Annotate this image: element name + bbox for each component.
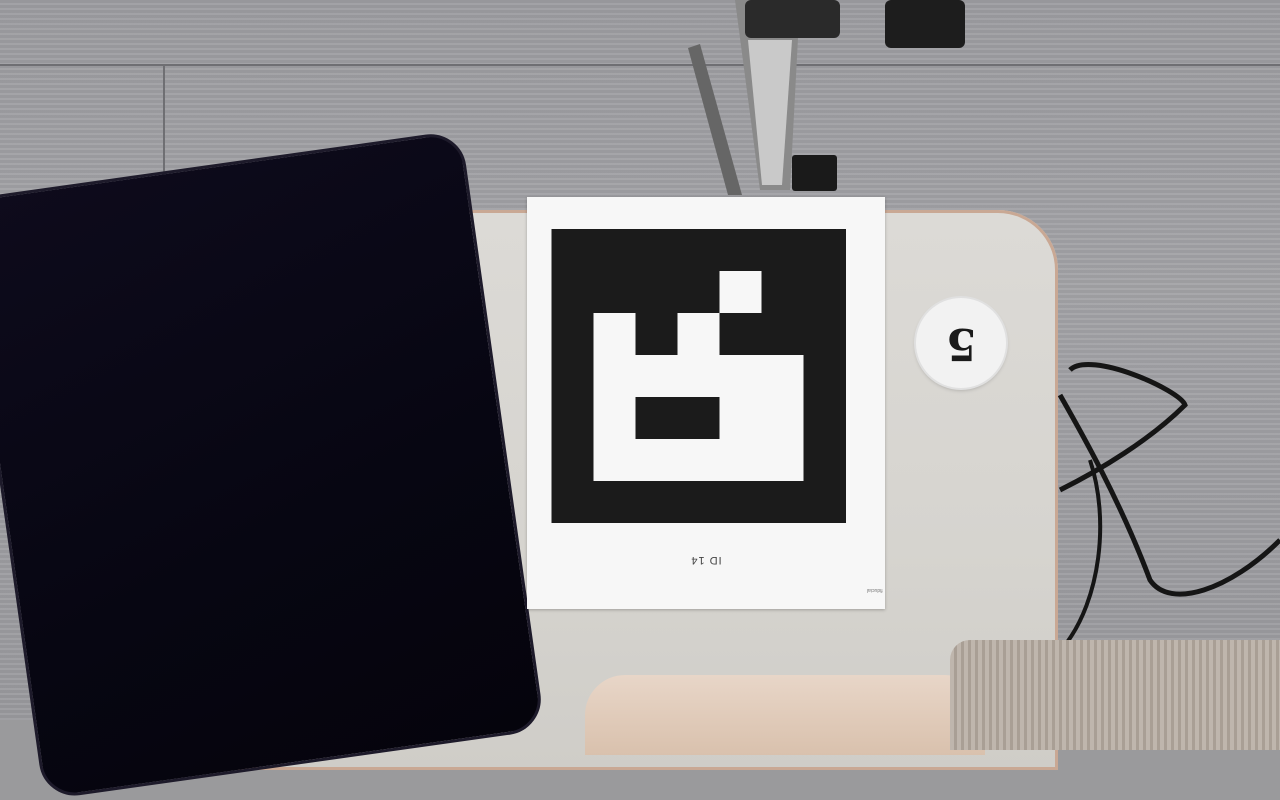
marker-cell [719, 439, 763, 482]
marker-cell [677, 481, 721, 523]
marker-cell [761, 355, 805, 398]
marker-cell [551, 397, 595, 440]
marker-cell [677, 313, 721, 356]
marker-cell [677, 439, 721, 482]
marker-cell [803, 355, 846, 398]
fiducial-marker [551, 229, 846, 523]
marker-cell [677, 397, 721, 440]
fiducial-marker-sheet: ID 14 fiducial [527, 197, 885, 609]
marker-cell [803, 313, 846, 356]
marker-cell [677, 355, 721, 398]
marker-cell [803, 439, 846, 482]
marker-cell [719, 229, 763, 272]
marker-cell [593, 229, 637, 272]
marker-cell [593, 397, 637, 440]
marker-cell [551, 439, 595, 482]
marker-cell [761, 313, 805, 356]
marker-cell [719, 355, 763, 398]
marker-cell [635, 481, 679, 523]
marker-cell [719, 313, 763, 356]
marker-cell [803, 481, 846, 523]
marker-cell [635, 355, 679, 398]
marker-cell [761, 271, 805, 314]
marker-cell [551, 271, 595, 314]
marker-cell [593, 313, 637, 356]
marker-cell [677, 229, 721, 272]
marker-cell [803, 397, 846, 440]
marker-cell [635, 229, 679, 272]
marker-cell [761, 397, 805, 440]
marker-cell [719, 271, 763, 314]
marker-id-label: ID 14 [690, 554, 722, 566]
tablet-device [0, 129, 546, 800]
marker-cell [719, 397, 763, 440]
token-number: 5 [945, 317, 977, 369]
marker-cell [803, 229, 846, 272]
marker-cell [635, 397, 679, 440]
marker-cell [551, 355, 595, 398]
marker-cell [803, 271, 846, 314]
marker-cell [635, 271, 679, 314]
marker-cell [551, 481, 595, 523]
marker-cell [635, 313, 679, 356]
marker-cell [593, 439, 637, 482]
sweater-sleeve [950, 640, 1280, 750]
marker-cell [677, 271, 721, 314]
marker-cell [593, 481, 637, 523]
hand [585, 675, 985, 755]
marker-cell [593, 355, 637, 398]
numbered-token: 5 [916, 298, 1006, 388]
marker-cell [761, 481, 805, 523]
marker-cell [761, 439, 805, 482]
marker-cell [551, 229, 595, 272]
marker-cell [719, 481, 763, 523]
marker-cell [551, 313, 595, 356]
floor-seam-top [0, 64, 1280, 66]
marker-cell [593, 271, 637, 314]
marker-cell [635, 439, 679, 482]
marker-cell [761, 229, 805, 272]
marker-credit-text: fiducial [867, 587, 883, 593]
